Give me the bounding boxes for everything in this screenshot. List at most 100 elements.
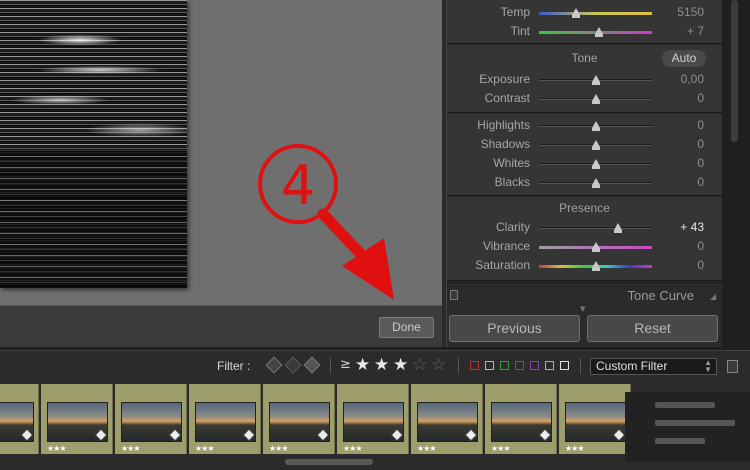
temp-slider-thumb[interactable] xyxy=(572,8,581,18)
color-label-swatch[interactable] xyxy=(470,361,479,370)
whites-slider-thumb[interactable] xyxy=(591,159,600,169)
rating-star-icon[interactable]: ☆ xyxy=(431,355,446,375)
highlights-slider-row: Highlights 0 xyxy=(447,116,722,135)
divider xyxy=(580,358,581,374)
tint-slider-row: Tint + 7 xyxy=(447,22,722,41)
filmstrip-overlay xyxy=(625,392,750,462)
rating-star-icon[interactable]: ★ xyxy=(355,355,370,375)
color-label-swatch[interactable] xyxy=(545,361,554,370)
divider xyxy=(458,358,459,374)
collapse-triangle-icon[interactable]: ◢ xyxy=(710,292,716,301)
caret-down-icon: ▼ xyxy=(580,305,586,313)
filmstrip-thumbnail[interactable]: ★★★ xyxy=(263,384,335,454)
temp-value[interactable]: 5150 xyxy=(677,5,704,19)
custom-filter-select[interactable]: Custom Filter ▲ ▼ xyxy=(590,358,717,375)
reset-button[interactable]: Reset xyxy=(587,315,718,342)
filmstrip-thumbnail[interactable]: ★★★ xyxy=(411,384,483,454)
filmstrip-thumbnail[interactable]: ★★★ xyxy=(0,384,39,454)
color-label-swatch[interactable] xyxy=(485,361,494,370)
exposure-value[interactable]: 0,00 xyxy=(681,72,704,86)
filmstrip-thumbnail[interactable]: ★★★ xyxy=(559,384,631,454)
whites-label: Whites xyxy=(493,156,530,170)
tint-value[interactable]: + 7 xyxy=(687,24,704,38)
vibrance-slider-thumb[interactable] xyxy=(591,242,600,252)
thumbnail-rating: ★★★ xyxy=(47,444,66,453)
viewer-toolbar: Done xyxy=(0,305,442,347)
flag-pick-icon[interactable] xyxy=(265,356,283,374)
thumbnail-rating: ★★★ xyxy=(565,444,584,453)
saturation-value[interactable]: 0 xyxy=(697,258,704,272)
thumbnail-rating: ★★★ xyxy=(195,444,214,453)
highlights-label: Highlights xyxy=(477,118,530,132)
saturation-slider-thumb[interactable] xyxy=(591,261,600,271)
temp-slider-row: Temp 5150 xyxy=(447,3,722,22)
panel-toggle-icon[interactable] xyxy=(450,290,458,300)
filmstrip-thumbnail[interactable]: ★★★ xyxy=(41,384,113,454)
panel-scroll-thumb[interactable] xyxy=(731,0,738,142)
color-label-swatch[interactable] xyxy=(515,361,524,370)
thumbnail-rating: ★★★ xyxy=(417,444,436,453)
vibrance-value[interactable]: 0 xyxy=(697,239,704,253)
blacks-slider-thumb[interactable] xyxy=(591,178,600,188)
contrast-slider-thumb[interactable] xyxy=(591,94,600,104)
exposure-slider-thumb[interactable] xyxy=(591,75,600,85)
annotation-number: 4 xyxy=(281,154,315,217)
temp-slider[interactable] xyxy=(539,12,652,15)
divider xyxy=(330,358,331,374)
blacks-label: Blacks xyxy=(494,175,530,189)
whites-slider-row: Whites 0 xyxy=(447,154,722,173)
highlights-slider-thumb[interactable] xyxy=(591,121,600,131)
color-label-swatch[interactable] xyxy=(530,361,539,370)
blacks-slider-row: Blacks 0 xyxy=(447,173,722,192)
shadows-slider-thumb[interactable] xyxy=(591,140,600,150)
exposure-label: Exposure xyxy=(479,72,530,86)
flag-rejected-icon[interactable] xyxy=(303,356,321,374)
filmstrip-thumbnail[interactable]: ★★★ xyxy=(485,384,557,454)
shadows-slider-row: Shadows 0 xyxy=(447,135,722,154)
select-arrows-icon: ▲ ▼ xyxy=(704,358,712,374)
clarity-slider-thumb[interactable] xyxy=(614,223,623,233)
thumbnail-rating: ★★★ xyxy=(269,444,288,453)
auto-tone-button[interactable]: Auto xyxy=(662,50,706,67)
saturation-slider-row: Saturation 0 xyxy=(447,256,722,275)
filmstrip-scrollbar[interactable] xyxy=(285,459,373,465)
rating-star-icon[interactable]: ★ xyxy=(393,355,408,375)
contrast-value[interactable]: 0 xyxy=(697,91,704,105)
thumbnail-rating: ★★★ xyxy=(491,444,510,453)
clarity-label: Clarity xyxy=(495,220,530,234)
filmstrip-thumbnail[interactable]: ★★★ xyxy=(189,384,261,454)
vibrance-slider-row: Vibrance 0 xyxy=(447,237,722,256)
custom-filter-value: Custom Filter xyxy=(596,359,668,373)
tint-slider-thumb[interactable] xyxy=(594,27,603,37)
clarity-slider-row: Clarity + 43 xyxy=(447,218,722,237)
saturation-label: Saturation xyxy=(475,258,530,272)
rating-star-icon[interactable]: ☆ xyxy=(412,355,427,375)
color-label-swatch[interactable] xyxy=(560,361,569,370)
filter-toggle-icon[interactable] xyxy=(727,360,738,373)
exposure-slider-row: Exposure 0,00 xyxy=(447,70,722,89)
thumbnail-rating: ★★★ xyxy=(121,444,140,453)
filter-bar: Filter : ≥ ★ ★ ★ ☆ ☆ Custom Filter ▲ ▼ xyxy=(0,350,750,380)
filmstrip-thumbnail[interactable]: ★★★ xyxy=(115,384,187,454)
highlights-value[interactable]: 0 xyxy=(697,118,704,132)
color-label-swatch[interactable] xyxy=(500,361,509,370)
clarity-value[interactable]: + 43 xyxy=(680,220,704,234)
presence-header: Presence xyxy=(559,201,610,215)
annotation-overlay: 4 xyxy=(258,144,394,300)
shadows-value[interactable]: 0 xyxy=(697,137,704,151)
blacks-value[interactable]: 0 xyxy=(697,175,704,189)
tone-curve-label: Tone Curve xyxy=(627,288,694,303)
vibrance-label: Vibrance xyxy=(482,239,530,253)
clarity-slider[interactable] xyxy=(539,227,652,229)
tone-curve-header[interactable]: Tone Curve ◢ xyxy=(447,282,722,307)
filmstrip-thumbnail[interactable]: ★★★ xyxy=(337,384,409,454)
thumbnail-rating: ★★★ xyxy=(343,444,362,453)
flag-unflagged-icon[interactable] xyxy=(284,356,302,374)
done-button[interactable]: Done xyxy=(379,317,434,338)
rating-star-icon[interactable]: ★ xyxy=(374,355,389,375)
contrast-label: Contrast xyxy=(484,91,530,105)
whites-value[interactable]: 0 xyxy=(697,156,704,170)
previous-button[interactable]: Previous xyxy=(449,315,580,342)
rating-operator[interactable]: ≥ xyxy=(340,357,351,372)
contrast-slider-row: Contrast 0 xyxy=(447,89,722,108)
